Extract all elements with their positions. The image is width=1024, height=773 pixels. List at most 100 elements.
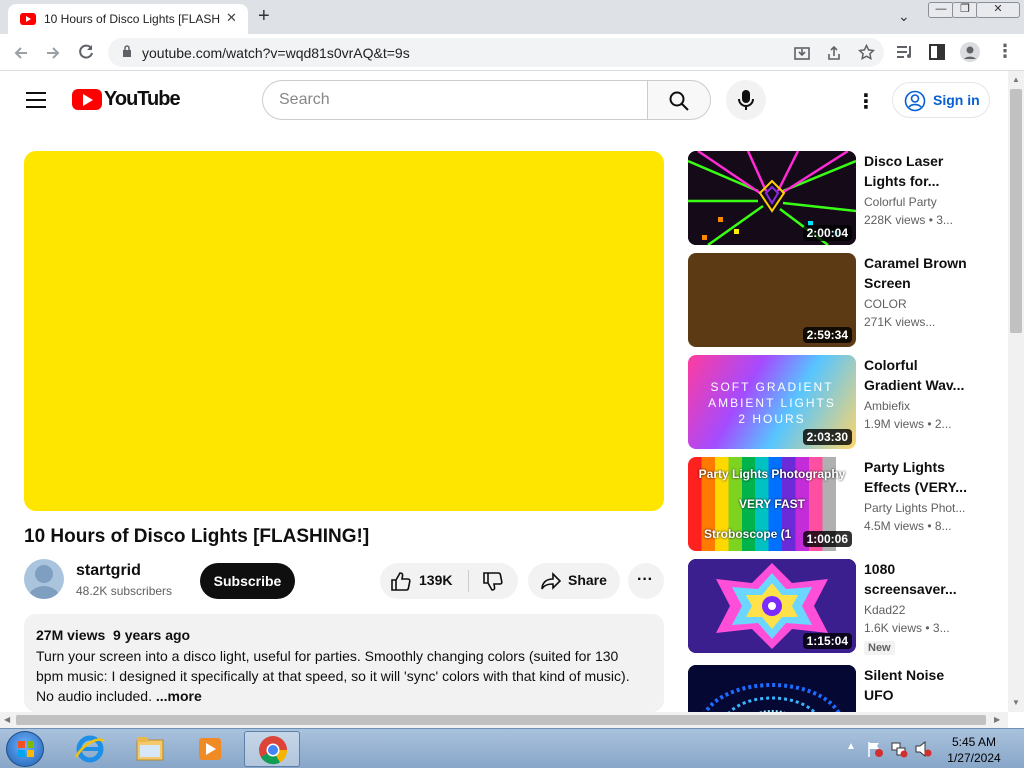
scroll-right-arrow-icon[interactable]: ▶ [994,715,1000,724]
system-clock[interactable]: 5:45 AM 1/27/2024 [938,734,1010,766]
subscribe-button[interactable]: Subscribe [200,563,295,599]
kaleidoscope-thumbnail[interactable]: 1:15:04 [688,559,856,653]
forward-arrow-icon[interactable] [44,44,62,62]
volume-muted-icon[interactable] [914,740,932,758]
recommendation-item[interactable]: SOFT GRADIENT AMBIENT LIGHTS 2 HOURS 2:0… [688,355,988,450]
thumbnail-caption: Stroboscope (1 [704,527,792,541]
duration-badge: 2:03:30 [802,429,852,445]
recommendation-title[interactable]: 1080 screensaver... [864,559,972,599]
start-button-icon[interactable] [6,731,44,767]
brown-screen-thumbnail[interactable]: 2:59:34 [688,253,856,347]
recommendation-item[interactable]: 2:59:34 Caramel Brown Screen COLOR 271K … [688,253,988,348]
thumbs-down-icon [483,572,503,591]
description-body: Turn your screen into a disco light, use… [36,648,630,704]
tab-search-chevron-icon[interactable]: ⌄ [898,8,910,25]
microphone-icon [738,90,754,110]
search-button[interactable] [647,80,711,120]
media-player-icon[interactable] [182,731,238,767]
maximize-window-button[interactable]: ❐ [952,2,978,18]
youtube-favicon-icon [20,13,36,25]
recommendation-channel[interactable]: COLOR [864,297,972,311]
recommendation-title[interactable]: Disco Laser Lights for... [864,151,972,191]
side-panel-icon[interactable] [929,44,945,60]
description-box[interactable]: 27M views 9 years ago Turn your screen i… [24,614,664,712]
channel-name[interactable]: startgrid [76,562,141,580]
action-center-flag-icon[interactable] [866,740,884,758]
account-circle-icon [904,90,926,112]
recommendation-channel[interactable]: Ambiefix [864,399,972,413]
voice-search-button[interactable] [726,80,766,120]
url-text[interactable]: youtube.com/watch?v=wqd81s0vrAQ&t=9s [142,45,410,61]
sign-in-label: Sign in [933,92,980,108]
more-actions-button[interactable]: ··· [628,563,664,599]
tab-title: 10 Hours of Disco Lights [FLASHI [44,12,220,26]
video-player[interactable] [24,151,664,511]
bookmark-star-icon[interactable] [858,44,875,61]
recommendation-views: 228K views • 3... [864,213,953,227]
scroll-left-arrow-icon[interactable]: ◀ [4,715,10,724]
recommendation-title[interactable]: Colorful Gradient Wav... [864,355,972,395]
ufo-tunnel-thumbnail[interactable] [688,665,856,712]
scroll-up-arrow-icon[interactable]: ▲ [1012,75,1020,84]
share-button[interactable]: Share [528,563,620,599]
horizontal-scroll-thumb[interactable] [16,715,986,725]
like-count: 139K [419,572,453,588]
show-hidden-icons-icon[interactable]: ▲ [846,741,856,752]
disco-laser-thumbnail[interactable]: 2:00:04 [688,151,856,245]
address-bar[interactable]: youtube.com/watch?v=wqd81s0vrAQ&t=9s [108,38,884,67]
lock-icon[interactable] [122,45,132,57]
recommendation-title[interactable]: Caramel Brown Screen [864,253,972,293]
recommendation-title[interactable]: Silent Noise UFO [864,665,972,705]
recommendation-item[interactable]: Silent Noise UFO [688,665,988,712]
tab-close-icon[interactable]: ✕ [226,10,237,26]
duration-badge: 2:59:34 [802,327,852,343]
recommendation-item[interactable]: 2:00:04 Disco Laser Lights for... Colorf… [688,151,988,246]
sign-in-button[interactable]: Sign in [892,82,990,118]
youtube-logo-icon[interactable] [72,89,102,110]
profile-avatar-icon[interactable] [960,42,980,62]
like-button[interactable]: 139K [380,563,468,599]
share-label: Share [568,572,607,588]
recommendation-channel[interactable]: Kdad22 [864,603,972,617]
close-window-button[interactable]: ✕ [976,2,1020,18]
recommendation-item[interactable]: 1:15:04 1080 screensaver... Kdad22 1.6K … [688,559,988,659]
file-explorer-icon[interactable] [122,731,178,767]
settings-kebab-icon[interactable]: ⋮ [856,89,876,114]
recommendation-channel[interactable]: Party Lights Phot... [864,501,972,515]
reload-icon[interactable] [77,43,95,61]
thumbnail-caption: SOFT GRADIENT AMBIENT LIGHTS 2 HOURS [708,380,836,426]
recommendation-item[interactable]: Party Lights Photography VERY FAST Strob… [688,457,988,552]
gradient-thumbnail[interactable]: SOFT GRADIENT AMBIENT LIGHTS 2 HOURS 2:0… [688,355,856,449]
minimize-window-button[interactable]: — [928,2,954,18]
new-tab-button[interactable]: + [258,5,270,28]
install-app-icon[interactable] [794,45,810,61]
network-icon[interactable] [890,740,908,758]
duration-badge: 1:00:06 [802,531,852,547]
more-link[interactable]: ...more [156,688,202,704]
vertical-scrollbar[interactable]: ▲ ▼ [1008,71,1024,712]
back-arrow-icon[interactable] [12,44,30,62]
browser-tab[interactable]: 10 Hours of Disco Lights [FLASHI ✕ [8,4,248,34]
recommendation-views: 1.9M views • 2... [864,417,952,431]
view-count: 27M views [36,627,106,643]
dislike-button[interactable] [469,563,518,599]
share-page-icon[interactable] [826,45,842,61]
thumbnail-caption: Party Lights Photography [698,467,846,481]
recommendation-channel[interactable]: Colorful Party [864,195,972,209]
youtube-masthead: YouTube Search ⋮ Sign in [0,71,1008,127]
search-input[interactable]: Search [262,80,647,120]
internet-explorer-icon[interactable] [62,731,118,767]
vertical-scroll-thumb[interactable] [1010,89,1022,333]
youtube-logo-text[interactable]: YouTube [104,88,181,111]
subscriber-count: 48.2K subscribers [76,584,173,598]
recommendation-views: 1.6K views • 3... [864,621,950,635]
party-lights-thumbnail[interactable]: Party Lights Photography VERY FAST Strob… [688,457,856,551]
media-queue-icon[interactable] [896,44,914,60]
browser-menu-icon[interactable]: ⋮ [996,41,1014,62]
guide-menu-icon[interactable] [26,92,46,108]
horizontal-scrollbar[interactable]: ◀ ▶ [0,712,1008,728]
scroll-down-arrow-icon[interactable]: ▼ [1012,698,1020,707]
recommendation-title[interactable]: Party Lights Effects (VERY... [864,457,972,497]
chrome-taskbar-button[interactable] [244,731,300,767]
channel-avatar[interactable] [24,559,64,599]
